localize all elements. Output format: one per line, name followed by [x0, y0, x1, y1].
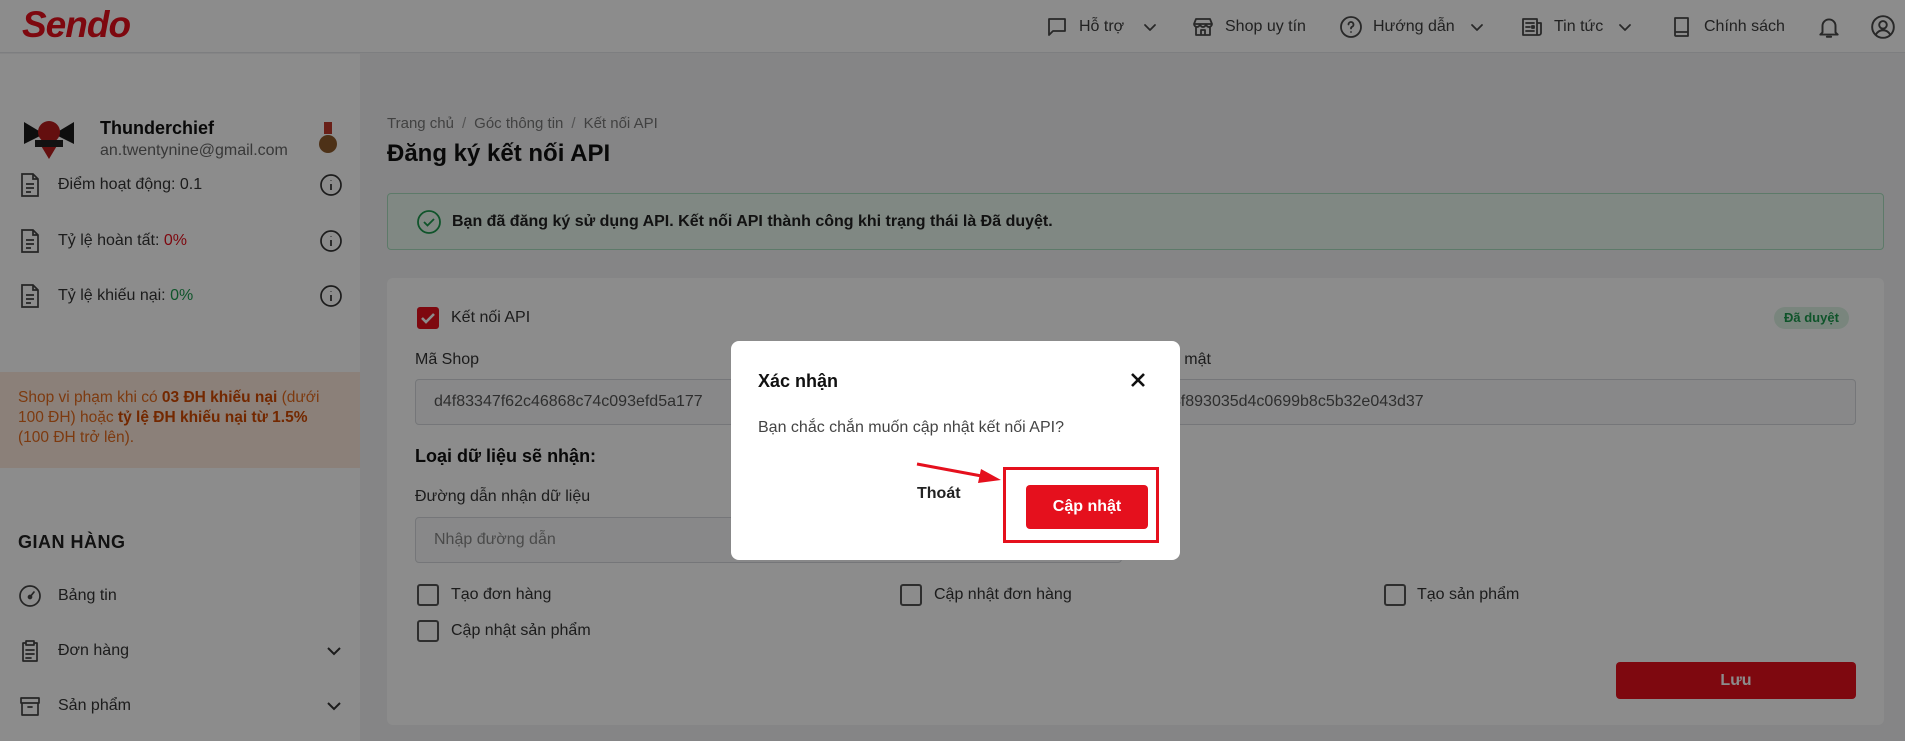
highlight-box — [1003, 467, 1159, 543]
dialog-message: Bạn chắc chắn muốn cập nhật kết nối API? — [758, 419, 1064, 436]
annotation-arrow-icon — [916, 462, 1001, 483]
dialog-title: Xác nhận — [758, 371, 839, 391]
close-icon[interactable] — [1127, 369, 1149, 391]
cancel-button[interactable]: Thoát — [917, 485, 961, 503]
